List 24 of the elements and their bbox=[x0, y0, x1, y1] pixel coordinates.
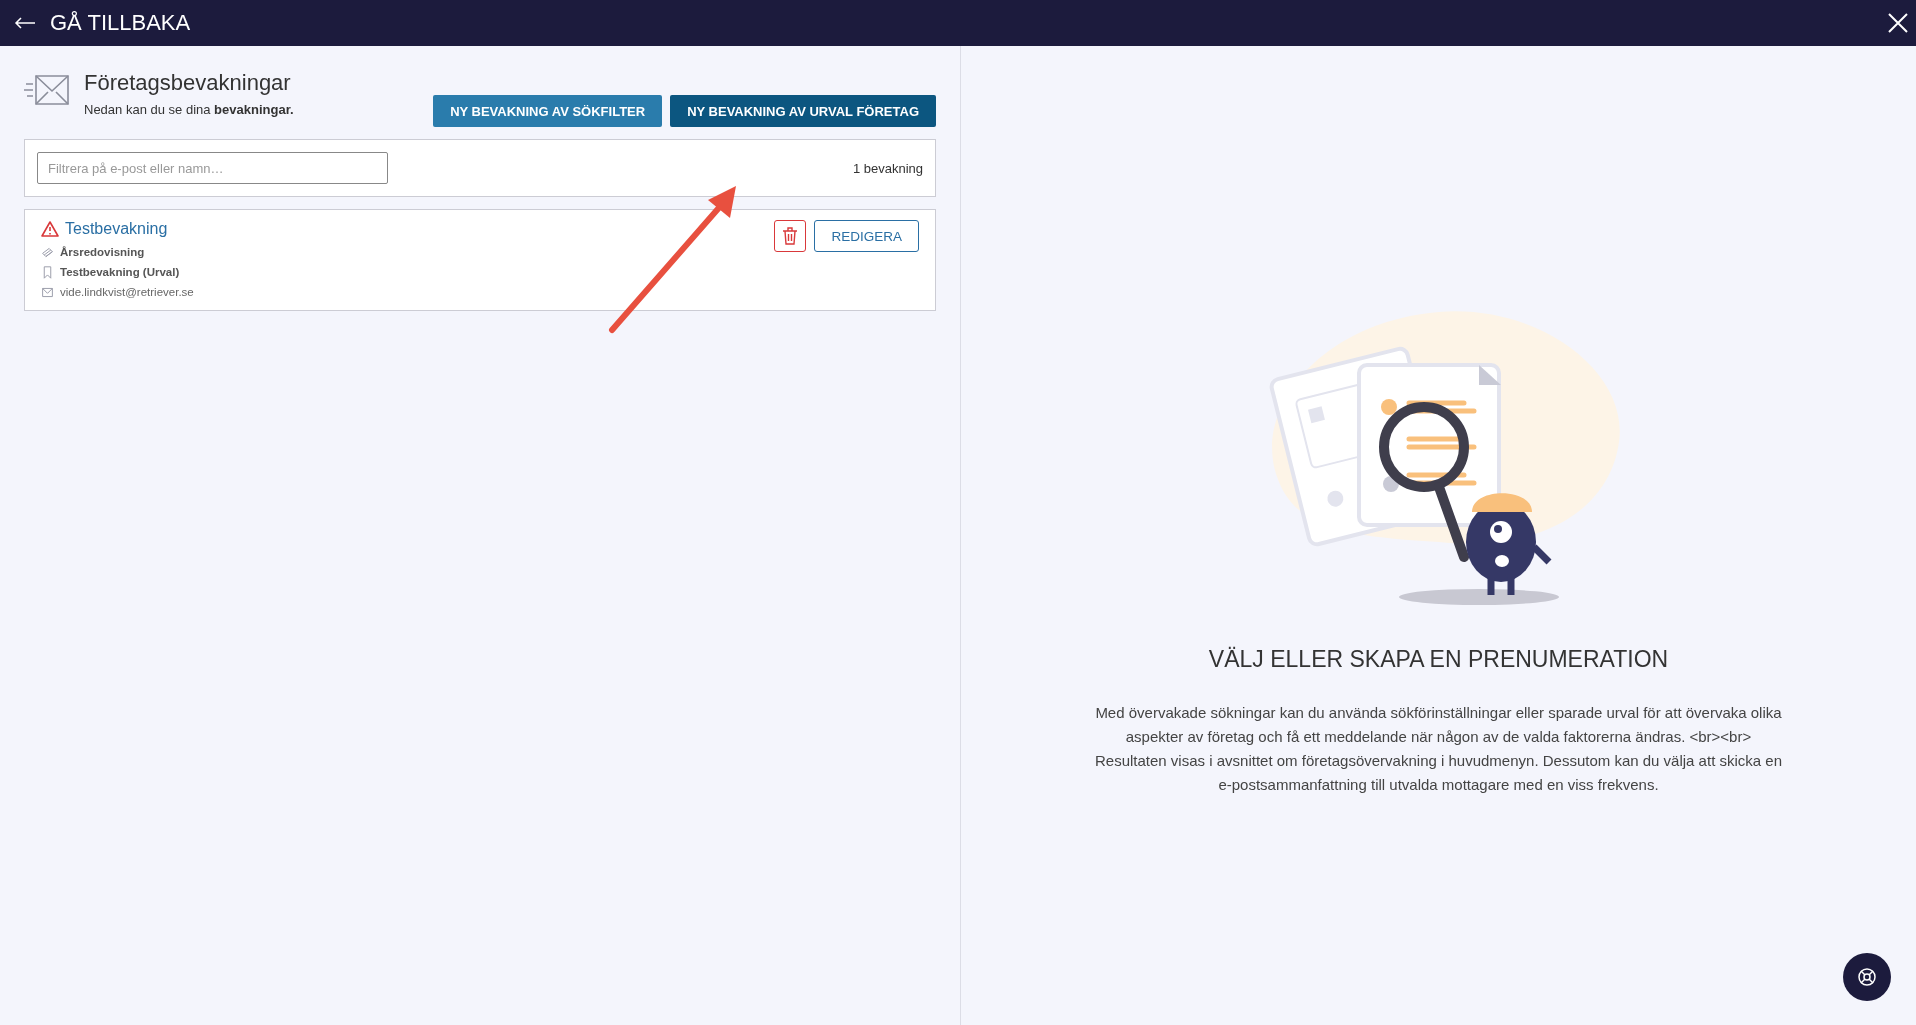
help-button[interactable] bbox=[1843, 953, 1891, 1001]
trash-icon bbox=[782, 227, 799, 245]
envelope-icon bbox=[41, 285, 54, 299]
subscription-selection: Testbevakning (Urval) bbox=[60, 266, 180, 278]
bookmark-icon bbox=[41, 265, 54, 279]
filter-field[interactable]: Filtrera på e-post eller namn… bbox=[37, 152, 388, 184]
delete-button[interactable] bbox=[774, 220, 807, 252]
page-subtitle: Nedan kan du se dina bevakningar. bbox=[84, 102, 295, 117]
empty-state-text: Med övervakade sökningar kan du använda sökförinställningar eller sparade urval för att övervaka olika aspekter av företag och få ett meddelande när någon av de valda faktorerna ändras. <br><br> Resultaten visas i avsnittet om företagsövervakning i huvudmenyn. Dessutom kan du välja att skicka en e-postsammanfattning till utvalda mottagare med en viss frekvens. bbox=[1094, 703, 1783, 795]
subscription-email: vide.lindkvist@retriever.se bbox=[60, 286, 194, 298]
new-subscription-button[interactable]: NY BEVAKNING AV SÖKFILTER bbox=[433, 95, 663, 127]
empty-state-heading: VÄLJ ELLER SKAPA EN PRENUMERATION bbox=[1208, 646, 1669, 673]
new-subscription-button[interactable]: NY BEVAKNING AV URVAL FÖRETAG bbox=[670, 95, 936, 127]
back-button[interactable]: GÅ TILLBAKA bbox=[14, 10, 191, 36]
page-title: Företagsbevakningar bbox=[84, 70, 292, 96]
subscription-category: Årsredovisning bbox=[60, 246, 145, 258]
subscription-count: 1 bevakning bbox=[852, 160, 923, 176]
close-icon[interactable] bbox=[1888, 13, 1908, 33]
edit-button[interactable]: REDIGERA bbox=[814, 220, 919, 252]
arrow-left-icon bbox=[14, 17, 36, 29]
lifebuoy-icon bbox=[1857, 967, 1877, 987]
envelope-icon bbox=[24, 74, 70, 106]
document-icon bbox=[41, 245, 54, 259]
subscription-name-link[interactable]: Testbevakning bbox=[65, 220, 168, 238]
